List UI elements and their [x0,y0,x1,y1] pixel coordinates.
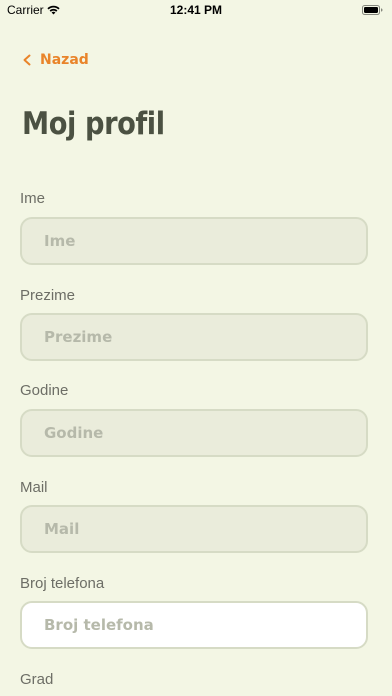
battery-icon [362,5,383,15]
field-label-grad: Grad [20,671,54,688]
status-bar: Carrier 12:41 PM [0,0,392,22]
godine-input[interactable] [20,409,368,457]
prezime-input[interactable] [20,313,368,361]
field-label-broj-telefona: Broj telefona [20,575,105,592]
page-title: Moj profil [22,106,165,142]
mail-input[interactable] [20,505,368,553]
back-label: Nazad [40,52,89,68]
back-button[interactable]: Nazad [22,50,89,70]
broj-telefona-input[interactable] [20,601,368,649]
field-label-prezime: Prezime [20,287,76,304]
status-time: 12:41 PM [169,3,223,17]
field-label-ime: Ime [20,190,46,207]
ime-input[interactable] [20,217,368,265]
chevron-left-icon [23,54,31,66]
field-label-godine: Godine [20,382,69,399]
field-label-mail: Mail [20,479,48,496]
